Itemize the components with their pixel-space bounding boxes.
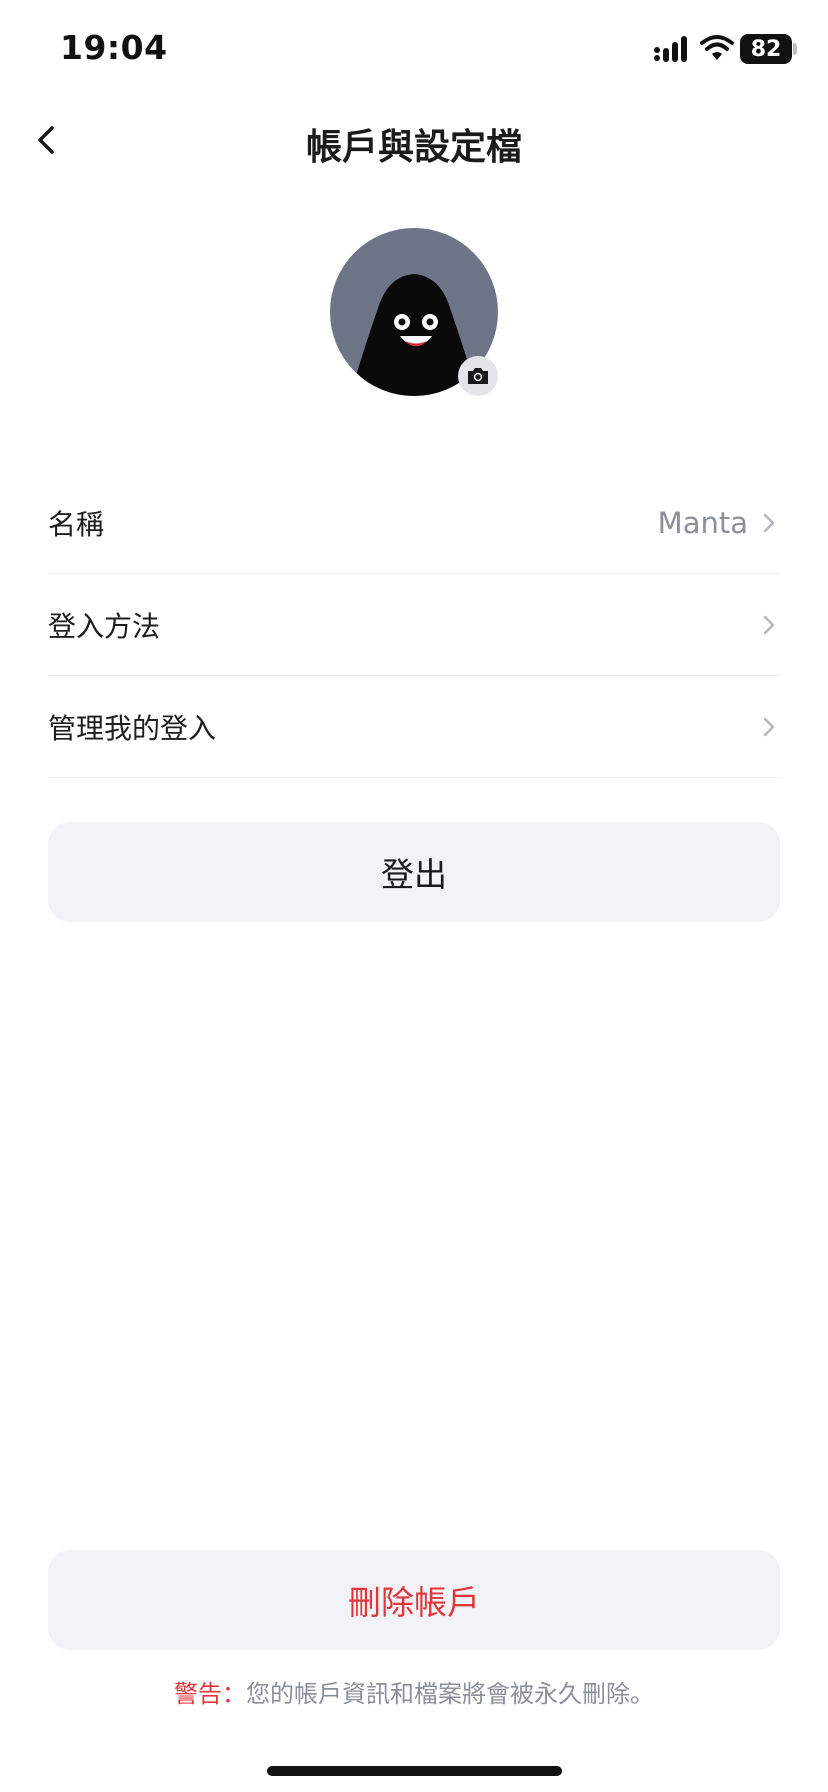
page-title: 帳戶與設定檔 — [305, 127, 522, 168]
nav-bar: 帳戶與設定檔 — [0, 100, 828, 180]
row-right: Manta — [658, 506, 780, 540]
status-time: 19:04 — [60, 28, 168, 67]
row-right — [748, 713, 780, 741]
settings-row-manage-logins[interactable]: 管理我的登入 — [48, 676, 780, 778]
delete-account-button[interactable]: 刪除帳戶 — [48, 1550, 780, 1650]
settings-row-login-method[interactable]: 登入方法 — [48, 574, 780, 676]
settings-row-name[interactable]: 名稱 Manta — [48, 472, 780, 574]
warning-text: 您的帳戶資訊和檔案將會被永久刪除。 — [246, 1680, 654, 1708]
warning-label: 警告： — [174, 1680, 246, 1708]
chevron-right-icon — [763, 717, 775, 736]
row-label: 管理我的登入 — [48, 711, 217, 745]
row-value-name: Manta — [657, 505, 748, 540]
signal-icon — [654, 36, 687, 62]
wifi-icon — [700, 35, 734, 60]
battery-cap — [793, 43, 797, 55]
settings-list: 名稱 Manta 登入方法 管理我的登入 — [48, 472, 780, 778]
home-indicator[interactable] — [267, 1766, 562, 1776]
camera-icon — [468, 368, 488, 384]
chevron-right-icon — [763, 513, 775, 532]
logout-button[interactable]: 登出 — [48, 822, 780, 922]
battery-icon: 82 — [740, 34, 792, 64]
status-bar: 19:04 82 — [0, 0, 828, 100]
row-label: 登入方法 — [48, 609, 161, 643]
row-right — [748, 611, 780, 639]
avatar-container — [330, 228, 498, 396]
chevron-right-icon — [763, 615, 775, 634]
delete-warning: 警告：您的帳戶資訊和檔案將會被永久刪除。 — [0, 1674, 828, 1709]
row-label: 名稱 — [48, 507, 105, 541]
change-photo-button[interactable] — [458, 356, 498, 396]
